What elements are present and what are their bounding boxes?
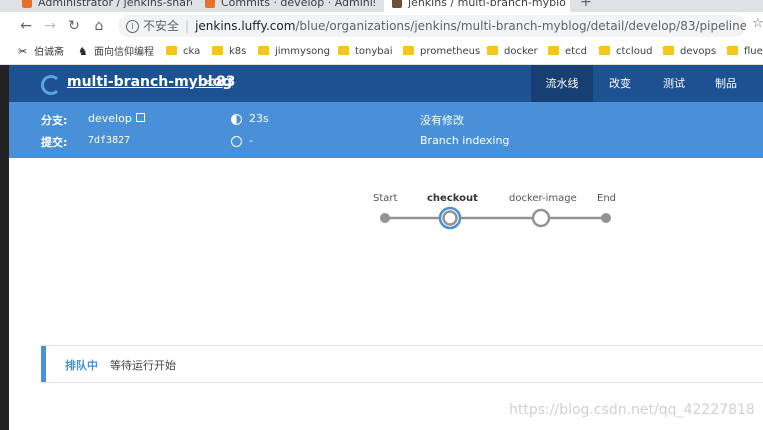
forward-icon[interactable]: → bbox=[40, 16, 60, 36]
bookmark-item[interactable]: ✂ 伯诚斋 bbox=[18, 44, 64, 61]
info-icon[interactable]: i bbox=[126, 20, 139, 33]
bookmark-item[interactable]: fluer bbox=[727, 44, 763, 60]
stage-node-docker-image[interactable] bbox=[531, 208, 551, 228]
bookmark-label: cka bbox=[183, 46, 201, 57]
stage-node-start bbox=[380, 213, 390, 223]
bookmark-label: etcd bbox=[565, 46, 587, 57]
bookmark-item[interactable]: docker bbox=[487, 44, 538, 60]
browser-tab-title: Commits · develop · Administr bbox=[221, 0, 375, 9]
gitlab-icon bbox=[205, 0, 215, 8]
bookmark-glyph-icon: ✂ bbox=[18, 45, 28, 58]
url-host: jenkins.luffy.com bbox=[195, 19, 296, 33]
stage-node-end bbox=[601, 213, 611, 223]
browser-tab-strip: Administrator / jenkins-shared Commits ·… bbox=[0, 0, 763, 12]
desktop-background bbox=[0, 65, 9, 430]
bookmark-glyph-icon: ♞ bbox=[78, 45, 88, 58]
watermark: https://blog.csdn.net/qq_42227818 bbox=[509, 402, 755, 418]
browser-tab-active[interactable]: jenkins / multi-branch-myblo bbox=[384, 0, 570, 12]
bookmark-item[interactable]: k8s bbox=[212, 44, 246, 60]
folder-icon bbox=[258, 46, 269, 55]
bookmark-star-icon[interactable]: ☆ bbox=[752, 16, 763, 31]
bookmark-item[interactable]: etcd bbox=[548, 44, 587, 60]
folder-icon bbox=[166, 46, 177, 55]
browser-tab[interactable]: Commits · develop · Administr bbox=[205, 0, 375, 12]
queued-status-panel: 排队中 等待运行开始 bbox=[41, 345, 763, 383]
status-accent-bar bbox=[41, 346, 46, 382]
folder-icon bbox=[403, 46, 414, 55]
bookmark-label: 面向信仰编程 bbox=[94, 47, 154, 58]
bookmark-item[interactable]: ♞ 面向信仰编程 bbox=[78, 44, 154, 61]
address-bar[interactable]: i 不安全 | jenkins.luffy.com/blue/organization… bbox=[118, 15, 746, 37]
browser-tab-title: jenkins / multi-branch-myblo bbox=[408, 0, 566, 9]
browser-tab[interactable]: Administrator / jenkins-shared bbox=[22, 0, 192, 12]
folder-icon bbox=[548, 46, 559, 55]
bookmark-item[interactable]: prometheus bbox=[403, 44, 480, 60]
folder-icon bbox=[487, 46, 498, 55]
folder-icon bbox=[599, 46, 610, 55]
bookmark-item[interactable]: ctcloud bbox=[599, 44, 653, 60]
browser-toolbar: ← → ↻ ⌂ i 不安全 | jenkins.luffy.com/blue/orga… bbox=[0, 12, 763, 40]
bookmarks-bar: ✂ 伯诚斋 ♞ 面向信仰编程 cka k8s jimmysong tonybai p… bbox=[0, 40, 763, 65]
pipeline-graph bbox=[380, 206, 611, 230]
bookmark-item[interactable]: tonybai bbox=[338, 44, 393, 60]
status-message: 等待运行开始 bbox=[110, 359, 176, 372]
bookmark-label: prometheus bbox=[420, 46, 481, 57]
jenkins-icon bbox=[392, 0, 402, 8]
bookmark-label: docker bbox=[504, 46, 538, 57]
back-icon[interactable]: ← bbox=[16, 16, 36, 36]
stage-node-checkout-inner bbox=[442, 210, 458, 226]
bookmark-label: jimmysong bbox=[275, 46, 330, 57]
bookmark-label: devops bbox=[680, 46, 717, 57]
bookmark-item[interactable]: jimmysong bbox=[258, 44, 330, 60]
bookmark-label: 伯诚斋 bbox=[34, 47, 64, 58]
jenkins-page: multi-branch-myblog < 83 流水线 改变 测试 制品 分支… bbox=[9, 65, 763, 430]
bookmark-label: k8s bbox=[229, 46, 247, 57]
url-path: /blue/organizations/jenkins/multi-branch… bbox=[295, 19, 746, 33]
bookmark-item[interactable]: cka bbox=[166, 44, 200, 60]
new-tab-icon[interactable]: + bbox=[580, 0, 592, 10]
folder-icon bbox=[663, 46, 674, 55]
status-title: 排队中 bbox=[65, 359, 98, 372]
home-icon[interactable]: ⌂ bbox=[89, 16, 109, 36]
address-divider: | bbox=[185, 19, 190, 33]
bookmark-label: tonybai bbox=[355, 46, 393, 57]
folder-icon bbox=[338, 46, 349, 55]
reload-icon[interactable]: ↻ bbox=[64, 16, 84, 36]
bookmark-label: ctcloud bbox=[616, 46, 653, 57]
folder-icon bbox=[212, 46, 223, 55]
security-label: 不安全 bbox=[143, 19, 180, 33]
gitlab-icon bbox=[22, 0, 32, 8]
bookmark-item[interactable]: devops bbox=[663, 44, 716, 60]
bookmark-label: fluer bbox=[744, 46, 763, 57]
folder-icon bbox=[727, 46, 738, 55]
browser-tab-title: Administrator / jenkins-shared bbox=[38, 0, 192, 9]
